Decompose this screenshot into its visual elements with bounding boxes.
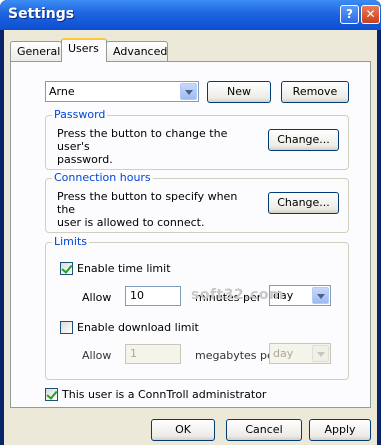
chevron-down-icon[interactable] xyxy=(180,83,197,100)
admin-checkbox-label[interactable]: This user is a ConnTroll administrator xyxy=(62,388,266,401)
user-select-value: Arne xyxy=(49,85,75,98)
download-period-select: day xyxy=(269,343,331,364)
tab-users[interactable]: Users xyxy=(61,38,107,62)
password-group: Password Press the button to change the … xyxy=(45,108,349,170)
dialog-body: General Users Advanced Arne New Remove P… xyxy=(4,30,377,445)
megabytes-per-label: megabytes per xyxy=(195,349,279,362)
password-description-line2: password. xyxy=(57,153,113,166)
password-group-label: Password xyxy=(52,108,108,121)
chevron-down-icon xyxy=(312,345,329,362)
cancel-button[interactable]: Cancel xyxy=(226,419,302,441)
time-limit-checkbox-label[interactable]: Enable time limit xyxy=(77,262,171,275)
chevron-down-icon[interactable] xyxy=(312,287,329,304)
download-limit-checkbox-label[interactable]: Enable download limit xyxy=(77,321,199,334)
limits-group-label: Limits xyxy=(52,235,89,248)
apply-button[interactable]: Apply xyxy=(309,419,371,441)
close-icon: ✕ xyxy=(365,7,376,21)
limits-group: Limits Enable time limit Allow 10 minute… xyxy=(45,235,349,380)
connection-hours-description-line2: user is allowed to connect. xyxy=(57,216,205,229)
admin-checkbox[interactable] xyxy=(45,388,58,401)
connection-hours-description: Press the button to specify when the use… xyxy=(57,190,257,229)
download-limit-input: 1 xyxy=(125,344,181,364)
settings-window: Settings ? ✕ General Users Advanced Arne… xyxy=(0,0,381,445)
password-description-line1: Press the button to change the user's xyxy=(57,127,228,153)
connection-hours-description-line1: Press the button to specify when the xyxy=(57,190,238,216)
download-allow-label: Allow xyxy=(82,349,112,362)
time-limit-input[interactable]: 10 xyxy=(125,286,181,306)
users-tab-panel: Arne New Remove Password Press the butto… xyxy=(10,61,371,408)
download-limit-value: 1 xyxy=(130,347,137,360)
user-select[interactable]: Arne xyxy=(45,81,199,102)
time-limit-checkbox[interactable] xyxy=(60,262,73,275)
connection-hours-group-label: Connection hours xyxy=(52,171,153,184)
password-description: Press the button to change the user's pa… xyxy=(57,127,257,166)
remove-user-button[interactable]: Remove xyxy=(281,81,349,103)
help-icon: ? xyxy=(346,7,353,21)
download-period-value: day xyxy=(273,347,294,360)
tab-advanced[interactable]: Advanced xyxy=(106,41,168,61)
connection-hours-group: Connection hours Press the button to spe… xyxy=(45,171,349,233)
watermark-text: soft32.com xyxy=(191,287,285,303)
help-button[interactable]: ? xyxy=(340,5,359,24)
tab-general[interactable]: General xyxy=(10,41,62,61)
ok-button[interactable]: OK xyxy=(151,419,215,441)
download-limit-checkbox[interactable] xyxy=(60,321,73,334)
change-connection-hours-button[interactable]: Change... xyxy=(268,192,339,214)
title-bar[interactable]: Settings ? ✕ xyxy=(0,0,381,30)
new-user-button[interactable]: New xyxy=(207,81,271,103)
window-title: Settings xyxy=(8,6,75,22)
time-limit-value: 10 xyxy=(130,289,144,302)
time-allow-label: Allow xyxy=(82,291,112,304)
change-password-button[interactable]: Change... xyxy=(268,129,339,151)
close-button[interactable]: ✕ xyxy=(361,5,380,24)
dialog-button-bar: OK Cancel Apply xyxy=(4,410,377,445)
